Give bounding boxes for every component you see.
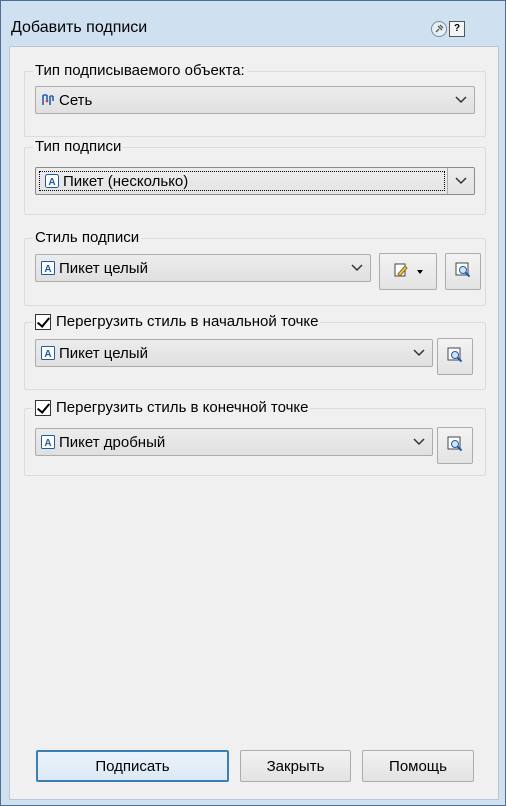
override-end-label[interactable]: Перегрузить стиль в конечной точке	[56, 399, 308, 416]
label-icon: A	[45, 174, 59, 188]
help-button[interactable]: Помощь	[362, 750, 474, 782]
label-button[interactable]: Подписать	[36, 750, 229, 782]
object-type-select[interactable]: Сеть	[35, 86, 475, 114]
override-start-legend: Перегрузить стиль в начальной точке	[33, 313, 321, 330]
dialog-body: Тип подписываемого объекта: Сеть Тип под…	[9, 46, 499, 800]
override-start-group: Перегрузить стиль в начальной точке A Пи…	[24, 313, 486, 390]
label-style-icon: A	[41, 346, 55, 360]
label-style-label: Стиль подписи	[33, 229, 142, 246]
preview-end-button[interactable]	[437, 427, 473, 464]
object-type-value: Сеть	[59, 91, 93, 109]
dialog-window: Добавить подписи ? Тип подписываемого об…	[0, 0, 506, 806]
object-type-group: Тип подписываемого объекта: Сеть	[24, 62, 486, 137]
label-type-group: Тип подписи A Пикет (несколько)	[24, 138, 486, 215]
svg-text:A: A	[44, 349, 51, 360]
label-style-icon: A	[41, 435, 55, 449]
override-start-label[interactable]: Перегрузить стиль в начальной точке	[56, 313, 318, 330]
svg-text:A: A	[44, 438, 51, 449]
label-type-value: Пикет (несколько)	[63, 172, 189, 190]
override-end-value: Пикет дробный	[59, 433, 166, 451]
chevron-down-icon	[447, 168, 474, 194]
window-title: Добавить подписи	[11, 19, 148, 36]
label-style-icon: A	[41, 261, 55, 275]
edit-style-icon	[393, 262, 409, 282]
close-button[interactable]: Закрыть	[240, 750, 351, 782]
preview-start-button[interactable]	[437, 338, 473, 375]
pin-icon[interactable]	[431, 21, 447, 37]
chevron-down-icon	[406, 429, 432, 455]
edit-style-button[interactable]	[379, 253, 437, 290]
override-end-select[interactable]: A Пикет дробный	[35, 428, 433, 456]
override-end-group: Перегрузить стиль в конечной точке A Пик…	[24, 399, 486, 476]
edit-style-split	[393, 262, 423, 282]
preview-style-button[interactable]	[445, 253, 481, 290]
chevron-down-icon	[448, 87, 474, 113]
label-style-group: Стиль подписи A Пикет целый	[24, 229, 486, 306]
title-bar: Добавить подписи ?	[1, 1, 505, 41]
override-start-checkbox[interactable]	[35, 313, 51, 330]
object-type-label: Тип подписываемого объекта:	[33, 62, 247, 79]
help-icon[interactable]: ?	[449, 21, 465, 37]
override-end-legend: Перегрузить стиль в конечной точке	[33, 399, 311, 416]
title-icons: ?	[431, 21, 465, 37]
preview-icon	[455, 262, 471, 282]
label-style-select[interactable]: A Пикет целый	[35, 254, 371, 282]
override-end-checkbox[interactable]	[35, 399, 51, 416]
dropdown-arrow-icon	[417, 269, 423, 274]
label-type-label: Тип подписи	[33, 138, 124, 155]
label-type-focus-frame: A Пикет (несколько)	[39, 171, 445, 191]
preview-icon	[447, 347, 463, 367]
network-icon	[41, 93, 55, 107]
svg-text:A: A	[48, 177, 55, 188]
label-style-value: Пикет целый	[59, 259, 148, 277]
preview-icon	[447, 436, 463, 456]
label-type-select[interactable]: A Пикет (несколько)	[35, 167, 475, 195]
override-start-select[interactable]: A Пикет целый	[35, 339, 433, 367]
chevron-down-icon	[406, 340, 432, 366]
svg-text:A: A	[44, 264, 51, 275]
override-start-value: Пикет целый	[59, 344, 148, 362]
chevron-down-icon	[344, 255, 370, 281]
